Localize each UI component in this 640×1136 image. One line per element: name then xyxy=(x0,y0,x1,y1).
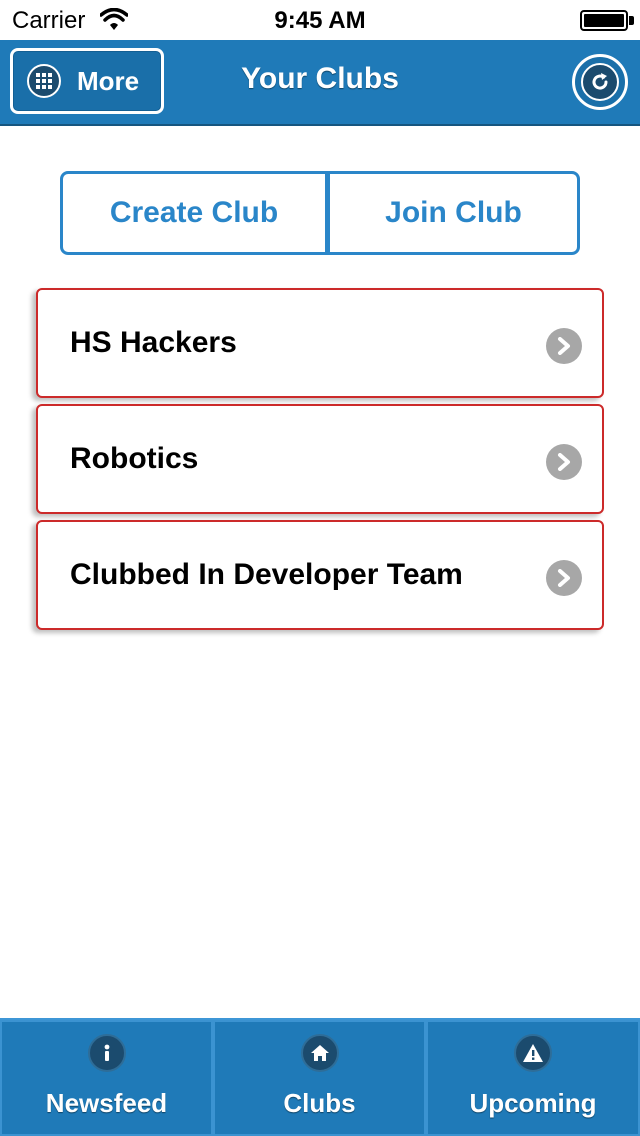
warning-icon xyxy=(514,1034,552,1072)
grid-icon xyxy=(27,64,61,98)
status-bar: Carrier 9:45 AM xyxy=(0,0,640,40)
join-club-button[interactable]: Join Club xyxy=(328,171,580,255)
tab-clubs[interactable]: Clubs xyxy=(213,1020,426,1136)
list-item[interactable]: HS Hackers xyxy=(36,288,604,398)
more-button-label: More xyxy=(77,65,140,96)
club-list: HS Hackers Robotics Clubbed In Developer… xyxy=(36,288,604,636)
battery-icon xyxy=(580,10,628,31)
tab-label: Newsfeed xyxy=(45,1088,168,1118)
home-icon xyxy=(300,1034,339,1072)
tab-label: Upcoming xyxy=(469,1088,597,1118)
tab-bar: Newsfeed Clubs Upcoming xyxy=(0,1018,640,1136)
list-item[interactable]: Robotics xyxy=(36,404,604,514)
refresh-icon xyxy=(581,63,619,101)
club-name: Robotics xyxy=(70,442,199,475)
chevron-right-icon xyxy=(546,444,582,480)
battery-tip xyxy=(629,16,634,25)
more-button[interactable]: More xyxy=(10,48,164,114)
chevron-right-icon xyxy=(546,328,582,364)
list-item[interactable]: Clubbed In Developer Team xyxy=(36,520,604,630)
refresh-button[interactable] xyxy=(572,54,628,110)
tab-label: Clubs xyxy=(283,1088,356,1118)
status-time: 9:45 AM xyxy=(274,7,366,34)
info-icon xyxy=(87,1034,126,1072)
club-name: Clubbed In Developer Team xyxy=(70,558,463,591)
chevron-right-icon xyxy=(546,560,582,596)
create-club-button[interactable]: Create Club xyxy=(60,171,328,255)
nav-bar: More Your Clubs xyxy=(0,40,640,126)
club-name: HS Hackers xyxy=(70,326,237,359)
tab-upcoming[interactable]: Upcoming xyxy=(426,1020,640,1136)
tab-newsfeed[interactable]: Newsfeed xyxy=(0,1020,213,1136)
club-actions: Create Club Join Club xyxy=(60,171,580,255)
